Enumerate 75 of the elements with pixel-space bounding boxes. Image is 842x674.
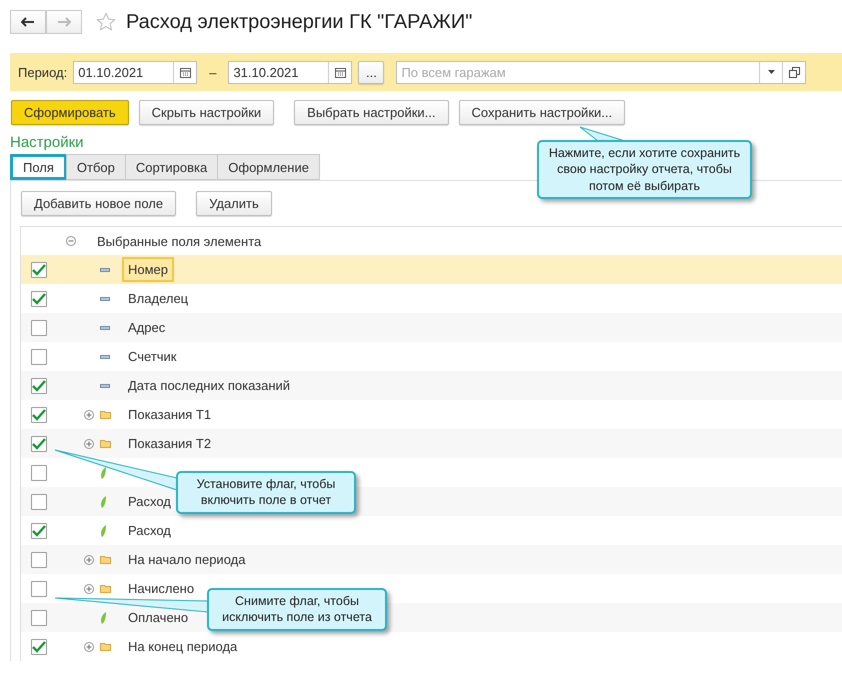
- action-button[interactable]: Выбрать настройки...: [294, 100, 449, 125]
- checkbox[interactable]: [31, 262, 47, 278]
- expand-icon[interactable]: [84, 642, 94, 652]
- period-label: Период:: [18, 64, 68, 80]
- field-label: Владелец: [127, 290, 190, 308]
- checkbox[interactable]: [31, 464, 47, 480]
- field-label: Показания Т2: [127, 435, 212, 453]
- field-label: Оплачено: [127, 609, 190, 627]
- leaf-icon: [100, 466, 106, 478]
- field-label: Показания Т1: [127, 406, 212, 424]
- checkbox[interactable]: [31, 580, 47, 596]
- tab[interactable]: Отбор: [66, 154, 126, 180]
- checkbox[interactable]: [31, 638, 47, 654]
- expand-icon[interactable]: [84, 554, 94, 564]
- leaf-icon: [100, 524, 106, 536]
- tree-group-label: Выбранные поля элемента: [96, 232, 262, 251]
- folder-icon: [100, 555, 111, 564]
- toolbar-button[interactable]: Удалить: [196, 191, 272, 216]
- settings-heading: Настройки: [10, 134, 85, 151]
- more-button[interactable]: ...: [358, 60, 384, 84]
- tab[interactable]: Оформление: [217, 154, 320, 180]
- folder-icon: [100, 584, 111, 593]
- field-label: Расход: [127, 493, 172, 511]
- checkbox[interactable]: [31, 406, 47, 422]
- checkbox[interactable]: [31, 494, 47, 510]
- action-button[interactable]: Сохранить настройки...: [458, 100, 626, 125]
- action-button[interactable]: Сформировать: [11, 100, 129, 125]
- back-arrow-icon: [21, 17, 35, 27]
- checkbox[interactable]: [31, 348, 47, 364]
- checkbox[interactable]: [31, 320, 47, 336]
- field-label: На конец периода: [127, 638, 238, 656]
- callout-tooltip: Установите флаг, чтобы включить поле в отчет: [176, 471, 356, 514]
- checkbox[interactable]: [31, 378, 47, 394]
- back-button[interactable]: [10, 10, 46, 34]
- callout-tooltip: Снимите флаг, чтобы исключить поле из отчета: [207, 588, 387, 630]
- leaf-icon: [100, 612, 106, 624]
- garage-select[interactable]: По всем гаражам: [396, 60, 806, 84]
- date-from-field[interactable]: 01.10.2021: [73, 60, 198, 84]
- leaf-icon: [100, 496, 106, 508]
- expand-icon[interactable]: [84, 584, 94, 594]
- expand-icon[interactable]: [84, 438, 94, 448]
- checkbox[interactable]: [31, 522, 47, 538]
- toolbar-button[interactable]: Добавить новое поле: [21, 191, 176, 216]
- tab[interactable]: Поля: [10, 154, 67, 180]
- dash-icon: [100, 354, 110, 358]
- tab[interactable]: Сортировка: [124, 154, 218, 180]
- dash-separator: –: [209, 64, 216, 80]
- folder-icon: [100, 410, 111, 419]
- field-label: Счетчик: [127, 348, 178, 366]
- calendar-icon: [180, 66, 191, 78]
- field-label: Начислено: [127, 580, 196, 598]
- window-title: Расход электроэнергии ГК "ГАРАЖИ": [126, 10, 472, 34]
- checkbox[interactable]: [31, 290, 47, 306]
- open-window-icon: [788, 66, 800, 78]
- dash-icon: [100, 268, 110, 272]
- dash-icon: [100, 384, 110, 388]
- collapse-icon[interactable]: [66, 236, 76, 246]
- checkbox[interactable]: [31, 436, 47, 452]
- dash-icon: [100, 296, 110, 300]
- dropdown-caret-icon: [768, 70, 775, 74]
- calendar-icon: [334, 66, 346, 78]
- field-label: Расход: [127, 522, 172, 540]
- expand-icon[interactable]: [84, 410, 94, 420]
- star-icon[interactable]: [96, 12, 116, 32]
- field-label: Адрес: [127, 319, 166, 337]
- folder-icon: [100, 642, 111, 651]
- field-label: На начало периода: [127, 551, 246, 569]
- checkbox[interactable]: [31, 610, 47, 626]
- checkbox[interactable]: [31, 552, 47, 568]
- action-button[interactable]: Скрыть настройки: [138, 100, 274, 125]
- date-to-field[interactable]: 31.10.2021: [228, 60, 352, 84]
- dash-icon: [100, 326, 110, 330]
- field-label: Номер: [122, 257, 174, 282]
- forward-arrow-icon: [57, 17, 71, 27]
- field-label: Дата последних показаний: [127, 377, 292, 395]
